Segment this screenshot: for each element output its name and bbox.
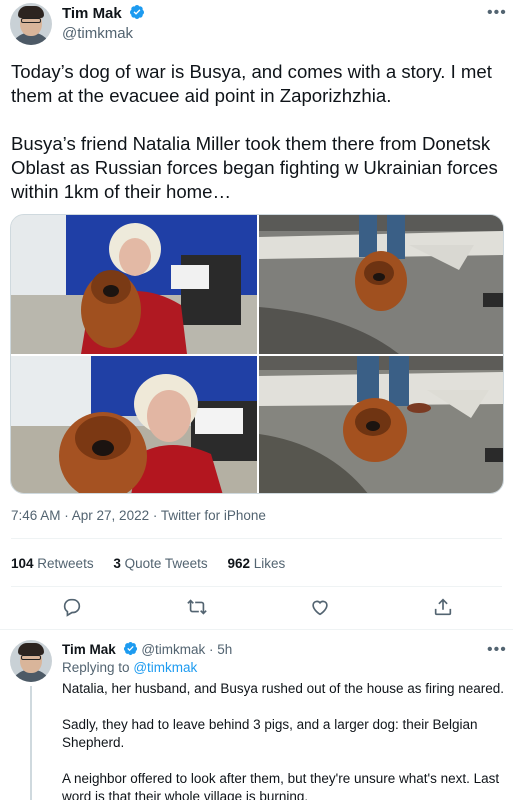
thread-line [30, 686, 32, 800]
reply-time[interactable]: · 5h [209, 642, 232, 657]
reply-author-avatar[interactable] [10, 640, 52, 682]
author-handle[interactable]: @timkmak [62, 25, 145, 42]
likes-stat[interactable]: 962 Likes [227, 556, 285, 571]
quote-tweets-stat[interactable]: 3 Quote Tweets [113, 556, 207, 571]
tweet-timestamp[interactable]: 7:46 AM · Apr 27, 2022 · Twitter for iPh… [11, 508, 266, 523]
author-avatar[interactable] [10, 3, 52, 45]
tweet-paragraph: Today’s dog of war is Busya, and comes w… [11, 61, 492, 106]
photo-grid [10, 214, 504, 494]
action-bar [0, 596, 513, 620]
reply-paragraph: A neighbor offered to look after them, b… [62, 771, 500, 800]
verified-badge-icon [130, 5, 145, 19]
author-name[interactable]: Tim Mak [62, 5, 122, 22]
reply-icon[interactable] [61, 596, 83, 618]
replying-to-link[interactable]: @timkmak [133, 660, 197, 675]
replying-prefix: Replying to [62, 660, 130, 675]
author-info: Tim Mak @timkmak [62, 4, 145, 42]
reply-more-options-icon[interactable]: ••• [487, 641, 507, 659]
reply-author-name[interactable]: Tim Mak [62, 642, 116, 657]
reply-author-handle[interactable]: @timkmak [141, 642, 205, 657]
replying-to: Replying to @timkmak [62, 660, 197, 675]
photo-woman-and-dog-closeup[interactable] [11, 356, 257, 493]
like-icon[interactable] [309, 596, 331, 618]
divider [11, 586, 502, 587]
photo-woman-holding-dog[interactable] [11, 215, 257, 354]
more-options-icon[interactable]: ••• [487, 4, 507, 22]
divider [11, 538, 502, 539]
likes-count: 962 [227, 556, 250, 571]
reply-header: Tim Mak @timkmak · 5h [62, 641, 232, 657]
tweet-paragraph: Busya’s friend Natalia Miller took them … [11, 133, 498, 202]
tweet-text: Today’s dog of war is Busya, and comes w… [11, 60, 506, 204]
reply-text: Natalia, her husband, and Busya rushed o… [62, 680, 505, 800]
photo-dog-on-pavement[interactable] [259, 215, 503, 354]
retweets-label: Retweets [37, 556, 94, 571]
share-icon[interactable] [432, 596, 454, 618]
likes-label: Likes [253, 556, 286, 571]
photo-dog-near-feet[interactable] [259, 356, 503, 493]
quotes-count: 3 [113, 556, 121, 571]
retweets-stat[interactable]: 104 Retweets [11, 556, 94, 571]
engagement-stats: 104 Retweets 3 Quote Tweets 962 Likes [11, 556, 301, 571]
quotes-label: Quote Tweets [124, 556, 208, 571]
reply-paragraph: Natalia, her husband, and Busya rushed o… [62, 681, 505, 696]
reply-paragraph: Sadly, they had to leave behind 3 pigs, … [62, 717, 478, 750]
retweets-count: 104 [11, 556, 34, 571]
verified-badge-icon [123, 641, 137, 656]
reply-tweet[interactable]: Tim Mak @timkmak · 5h ••• Replying to @t… [0, 630, 513, 800]
retweet-icon[interactable] [186, 596, 208, 618]
main-tweet: Tim Mak @timkmak ••• Today’s dog of war … [0, 0, 513, 630]
